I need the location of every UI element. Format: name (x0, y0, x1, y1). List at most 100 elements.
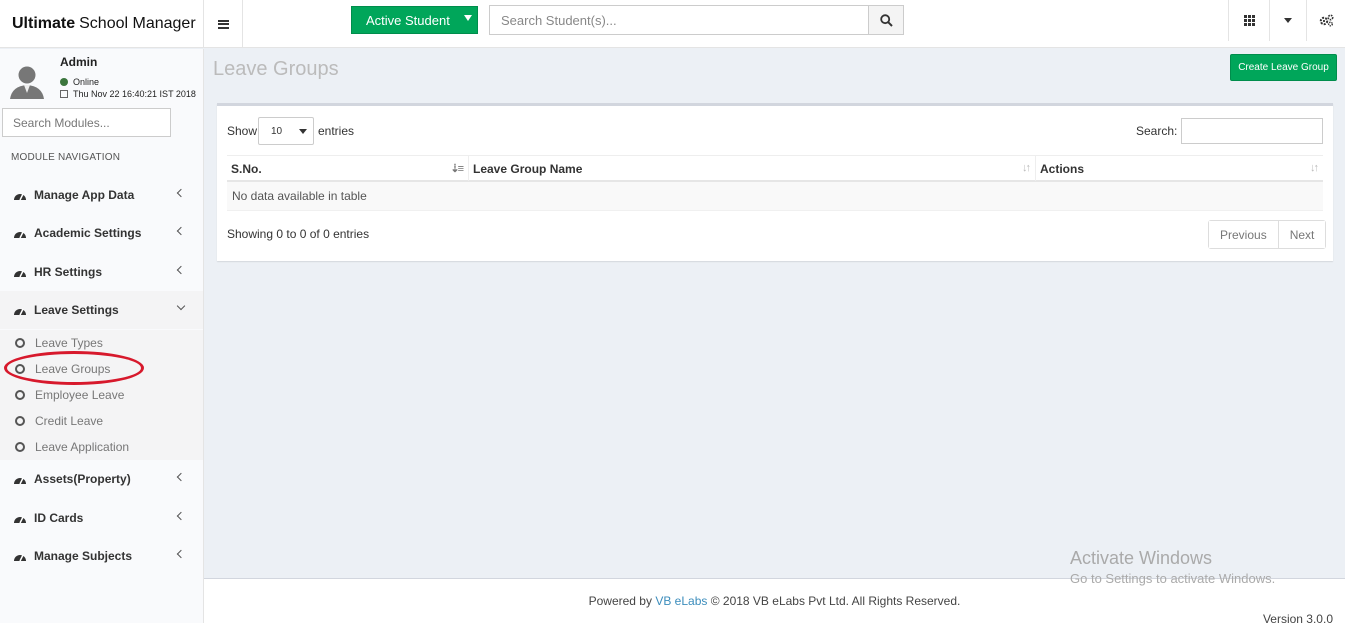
app-logo[interactable]: Ultimate School Manager (0, 0, 204, 48)
table-search-input[interactable] (1181, 118, 1323, 144)
dashboard-icon (14, 308, 26, 315)
student-search-button[interactable] (869, 5, 904, 35)
sidebar-item-academic-settings[interactable]: Academic Settings (0, 214, 203, 252)
chevron-left-icon (176, 472, 186, 482)
nav-header: MODULE NAVIGATION (11, 152, 121, 163)
column-header-label: Leave Group Name (473, 161, 583, 176)
dashboard-icon (14, 477, 26, 484)
column-header-sno[interactable]: S.No. ⇣≡ (227, 156, 469, 181)
hamburger-icon (217, 19, 229, 29)
app-title-rest: School Manager (79, 14, 196, 32)
active-student-dropdown[interactable]: Active Student (351, 6, 478, 34)
user-status-label: Online (73, 77, 100, 87)
sidebar-subitem-label: Employee Leave (35, 388, 125, 402)
user-panel: Admin Online Thu Nov 22 16:40:21 IST 201… (0, 49, 203, 105)
pagination: Previous Next (1208, 220, 1327, 249)
circle-icon (15, 390, 25, 400)
user-datetime-label: Thu Nov 22 16:40:21 IST 2018 (73, 89, 196, 99)
previous-page-button[interactable]: Previous (1209, 221, 1278, 248)
create-leave-group-button[interactable]: Create Leave Group (1230, 54, 1337, 81)
sidebar-item-label: Manage App Data (34, 188, 135, 202)
dashboard-icon (14, 270, 26, 277)
caret-down-icon (299, 129, 307, 134)
sidebar-item-manage-subjects[interactable]: Manage Subjects (0, 537, 203, 575)
sidebar-toggle-button[interactable] (204, 0, 243, 48)
search-icon (879, 13, 893, 27)
user-menu-dropdown[interactable] (1269, 0, 1306, 41)
show-label: Show (227, 124, 258, 138)
app-title-bold: Ultimate (12, 14, 76, 32)
avatar (7, 63, 47, 99)
settings-button[interactable] (1306, 0, 1345, 41)
chevron-left-icon (176, 188, 186, 198)
dashboard-icon (14, 193, 26, 200)
chevron-left-icon (176, 511, 186, 521)
sidebar: Admin Online Thu Nov 22 16:40:21 IST 201… (0, 49, 204, 623)
caret-down-icon (464, 15, 472, 21)
grid-icon (1243, 15, 1255, 26)
version-label: Version 3.0.0 (1262, 612, 1333, 623)
sidebar-item-assets[interactable]: Assets(Property) (0, 460, 203, 498)
dashboard-icon (14, 231, 26, 238)
page-length-select[interactable]: 10 (258, 117, 314, 145)
chevron-left-icon (176, 265, 186, 275)
windows-activation-watermark: Activate Windows Go to Settings to activ… (1070, 548, 1275, 586)
next-page-button[interactable]: Next (1277, 221, 1326, 248)
sidebar-item-hr-settings[interactable]: HR Settings (0, 253, 203, 291)
column-header-leave-group-name[interactable]: Leave Group Name ↓↑ (469, 156, 1036, 181)
table-search-label: Search: (1136, 124, 1178, 138)
sidebar-item-label: Leave Settings (34, 303, 119, 317)
sidebar-subitem-label: Leave Application (35, 440, 130, 454)
sidebar-item-label: Academic Settings (34, 226, 142, 240)
sidebar-item-label: Assets(Property) (34, 472, 131, 486)
sidebar-item-label: Manage Subjects (34, 549, 133, 563)
column-header-actions[interactable]: Actions ↓↑ (1036, 156, 1323, 181)
dashboard-icon (14, 516, 26, 523)
footer-text: Powered by VB eLabs © 2018 VB eLabs Pvt … (204, 594, 1345, 608)
circle-icon (15, 364, 25, 374)
chevron-left-icon (176, 549, 186, 559)
circle-icon (15, 338, 25, 348)
page-length-value: 10 (271, 125, 283, 137)
chevron-down-icon (176, 301, 186, 311)
copyright-text: © 2018 VB eLabs Pvt Ltd. All Rights Rese… (710, 594, 961, 608)
student-search-input[interactable] (489, 5, 869, 35)
sidebar-subitem-credit-leave[interactable]: Credit Leave (0, 408, 203, 434)
caret-down-icon (1284, 18, 1292, 23)
circle-icon (15, 442, 25, 452)
column-header-label: S.No. (231, 161, 262, 176)
watermark-subtitle: Go to Settings to activate Windows. (1070, 571, 1276, 586)
company-link[interactable]: VB eLabs (655, 594, 707, 608)
apps-grid-button[interactable] (1228, 0, 1269, 41)
column-header-label: Actions (1040, 161, 1085, 176)
sidebar-item-id-cards[interactable]: ID Cards (0, 499, 203, 537)
chevron-left-icon (176, 226, 186, 236)
circle-icon (15, 416, 25, 426)
table-header: S.No. ⇣≡ Leave Group Name ↓↑ Actions ↓↑ (227, 155, 1323, 182)
entries-label: entries (318, 124, 355, 138)
sidebar-item-leave-settings[interactable]: Leave Settings (0, 291, 203, 329)
sort-icon: ↓↑ (1022, 162, 1031, 174)
sort-icon: ↓↑ (1310, 162, 1319, 174)
calendar-icon (60, 90, 68, 98)
sidebar-subitem-leave-application[interactable]: Leave Application (0, 434, 203, 460)
sidebar-subitem-employee-leave[interactable]: Employee Leave (0, 382, 203, 408)
sidebar-item-manage-app-data[interactable]: Manage App Data (0, 176, 203, 214)
sidebar-subitem-label: Credit Leave (35, 414, 104, 428)
sidebar-subitem-leave-types[interactable]: Leave Types (0, 330, 203, 356)
sidebar-item-label: HR Settings (34, 265, 103, 279)
sidebar-subitem-leave-groups[interactable]: Leave Groups (0, 356, 203, 382)
sort-ascending-icon: ⇣≡ (450, 163, 464, 175)
module-search-input[interactable] (2, 108, 171, 137)
top-navbar: Active Student (204, 0, 1345, 48)
user-datetime: Thu Nov 22 16:40:21 IST 2018 (60, 89, 196, 99)
user-status: Online (60, 77, 99, 87)
watermark-title: Activate Windows (1070, 548, 1213, 568)
dashboard-icon (14, 554, 26, 561)
user-name: Admin (60, 55, 98, 69)
gears-icon (1319, 14, 1334, 27)
sidebar-subitem-label: Leave Types (35, 336, 103, 350)
page-title: Leave Groups (213, 58, 339, 80)
powered-by-label: Powered by (588, 594, 652, 608)
sidebar-subitem-label: Leave Groups (35, 362, 111, 376)
